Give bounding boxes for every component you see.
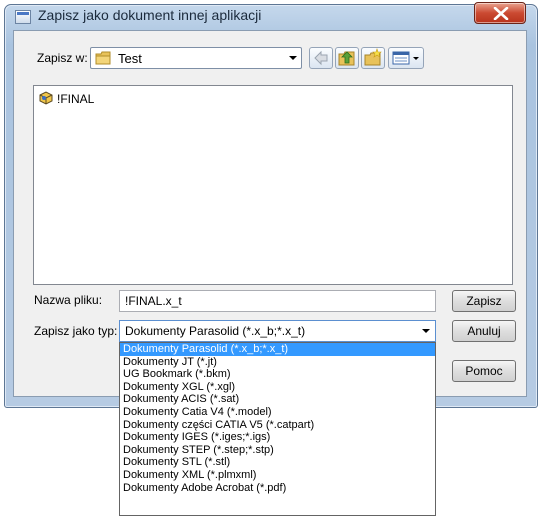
file-type-option[interactable]: Dokumenty części CATIA V5 (*.catpart) [120, 419, 435, 432]
file-type-option[interactable]: Dokumenty XGL (*.xgl) [120, 381, 435, 394]
file-type-option[interactable]: UG Bookmark (*.bkm) [120, 368, 435, 381]
file-type-option[interactable]: Dokumenty XML (*.plmxml) [120, 469, 435, 482]
view-menu-icon [392, 51, 419, 65]
save-button[interactable]: Zapisz [452, 290, 516, 312]
file-name-label: Nazwa pliku: [34, 293, 103, 307]
new-folder-button[interactable] [361, 47, 385, 69]
new-folder-icon [364, 48, 382, 66]
solidworks-assembly-icon [39, 91, 53, 105]
list-item[interactable]: !FINAL [57, 92, 94, 106]
chevron-down-icon[interactable] [285, 49, 301, 67]
cancel-button[interactable]: Anuluj [452, 320, 516, 342]
file-type-value: Dokumenty Parasolid (*.x_b;*.x_t) [125, 324, 306, 338]
file-name-value: !FINAL.x_t [125, 294, 182, 308]
view-menu-button[interactable] [388, 47, 424, 69]
folder-up-icon [338, 51, 355, 66]
close-icon [493, 7, 509, 20]
file-type-option[interactable]: Dokumenty Parasolid (*.x_b;*.x_t) [120, 343, 435, 356]
save-in-value: Test [118, 51, 142, 66]
file-type-option[interactable]: Dokumenty Adobe Acrobat (*.pdf) [120, 482, 435, 495]
file-type-option[interactable]: Dokumenty JT (*.jt) [120, 356, 435, 369]
file-type-option[interactable]: Dokumenty STL (*.stl) [120, 456, 435, 469]
file-type-option[interactable]: Dokumenty STEP (*.step;*.stp) [120, 444, 435, 457]
window-app-icon [15, 10, 31, 24]
save-in-label: Zapisz w: [37, 51, 88, 65]
file-list[interactable] [33, 85, 513, 285]
file-type-options-list[interactable]: Dokumenty Parasolid (*.x_b;*.x_t) Dokume… [119, 342, 436, 516]
folder-up-button[interactable] [335, 47, 359, 69]
help-button[interactable]: Pomoc [452, 360, 516, 382]
file-type-label: Zapisz jako typ: [34, 324, 118, 338]
chevron-down-icon[interactable] [418, 322, 434, 340]
close-button[interactable] [474, 2, 526, 24]
file-type-option[interactable]: Dokumenty ACIS (*.sat) [120, 393, 435, 406]
file-type-option[interactable]: Dokumenty IGES (*.iges;*.igs) [120, 431, 435, 444]
folder-icon [95, 51, 111, 65]
window-title: Zapisz jako dokument innej aplikacji [38, 7, 262, 23]
file-type-option[interactable]: Dokumenty Catia V4 (*.model) [120, 406, 435, 419]
back-arrow-icon [314, 50, 328, 66]
back-button[interactable] [309, 47, 333, 69]
